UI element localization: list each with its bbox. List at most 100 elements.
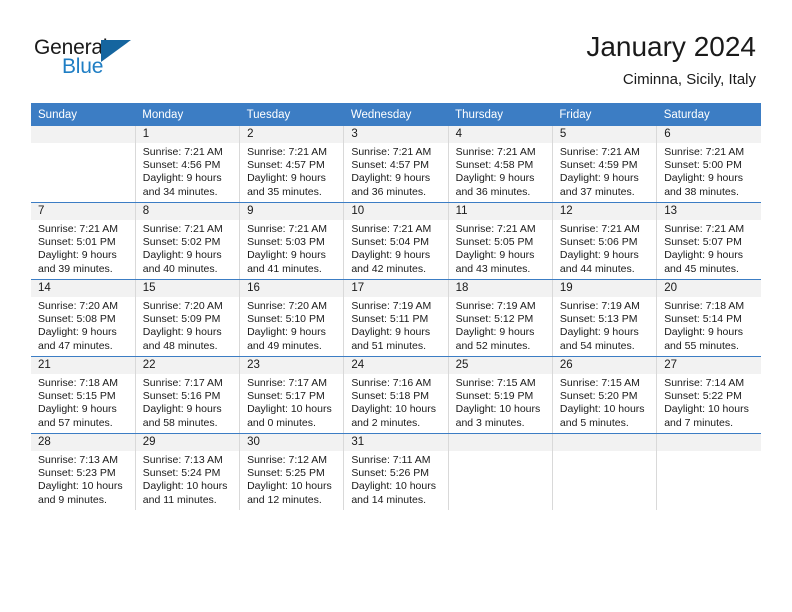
calendar-cell-day[interactable]: 19 Sunrise: 7:19 AM Sunset: 5:13 PM Dayligh…: [552, 279, 658, 357]
calendar-cell-day[interactable]: 17 Sunrise: 7:19 AM Sunset: 5:11 PM Dayligh…: [343, 279, 449, 357]
weekday-header-tuesday: Tuesday: [239, 103, 344, 126]
sunrise-text: Sunrise: 7:18 AM: [38, 377, 118, 389]
calendar-cell-day[interactable]: 22 Sunrise: 7:17 AM Sunset: 5:16 PM Dayligh…: [135, 356, 241, 434]
day-details: Sunrise: 7:21 AM Sunset: 5:06 PM Daylight:…: [553, 220, 656, 276]
day-number: 26: [552, 357, 657, 374]
calendar-cell-day[interactable]: 8 Sunrise: 7:21 AM Sunset: 5:02 PM Daylight…: [135, 202, 241, 280]
calendar-cell-day[interactable]: 26 Sunrise: 7:15 AM Sunset: 5:20 PM Dayligh…: [552, 356, 658, 434]
daylight-text-line2: and 2 minutes.: [351, 416, 421, 429]
day-number: 9: [240, 203, 344, 220]
day-number: 6: [657, 126, 761, 143]
weekday-header-row: Sunday Monday Tuesday Wednesday Thursday…: [31, 103, 761, 126]
sunset-text: Sunset: 4:58 PM: [455, 159, 534, 172]
daylight-text-line1: Daylight: 9 hours: [455, 249, 535, 262]
day-details: Sunrise: 7:21 AM Sunset: 5:00 PM Daylight:…: [657, 143, 761, 199]
calendar-cell-day[interactable]: 9 Sunrise: 7:21 AM Sunset: 5:03 PM Daylight…: [239, 202, 345, 280]
sunset-text: Sunset: 5:13 PM: [559, 313, 638, 326]
calendar-cell-day[interactable]: 28 Sunrise: 7:13 AM Sunset: 5:23 PM Dayligh…: [31, 433, 136, 510]
calendar-cell-inner: 23 Sunrise: 7:17 AM Sunset: 5:17 PM Dayligh…: [240, 357, 344, 433]
location-subtitle: Ciminna, Sicily, Italy: [622, 71, 756, 88]
day-number: 5: [552, 126, 657, 143]
daylight-text-line1: Daylight: 9 hours: [351, 326, 431, 339]
sunrise-text: Sunrise: 7:14 AM: [664, 377, 745, 389]
day-number: 12: [552, 203, 657, 220]
sunset-text: Sunset: 5:22 PM: [664, 390, 742, 403]
weekday-header-sunday: Sunday: [31, 103, 136, 126]
day-details: Sunrise: 7:21 AM Sunset: 5:02 PM Daylight:…: [136, 220, 239, 276]
calendar-cell-empty: [448, 433, 553, 510]
calendar-cell-day[interactable]: 18 Sunrise: 7:19 AM Sunset: 5:12 PM Dayligh…: [448, 279, 553, 357]
calendar-cell-day[interactable]: 2 Sunrise: 7:21 AM Sunset: 4:57 PM Daylight…: [239, 126, 345, 203]
daylight-text-line1: Daylight: 10 hours: [664, 403, 749, 416]
calendar-cell-day[interactable]: 5 Sunrise: 7:21 AM Sunset: 4:59 PM Daylight…: [552, 126, 658, 203]
calendar-cell-day[interactable]: 1 Sunrise: 7:21 AM Sunset: 4:56 PM Daylight…: [135, 126, 241, 203]
calendar-cell-inner: 4 Sunrise: 7:21 AM Sunset: 4:58 PM Daylight…: [448, 126, 552, 202]
day-details: Sunrise: 7:12 AM Sunset: 5:25 PM Daylight:…: [240, 451, 343, 507]
sunrise-text: Sunrise: 7:13 AM: [38, 454, 118, 466]
sunset-text: Sunset: 5:01 PM: [38, 236, 116, 249]
calendar-cell-day[interactable]: 10 Sunrise: 7:21 AM Sunset: 5:04 PM Dayligh…: [343, 202, 449, 280]
day-details: Sunrise: 7:11 AM Sunset: 5:26 PM Daylight:…: [344, 451, 447, 507]
calendar-cell-day[interactable]: 3 Sunrise: 7:21 AM Sunset: 4:57 PM Daylight…: [343, 126, 449, 203]
daylight-text-line1: Daylight: 10 hours: [351, 480, 436, 493]
calendar-cell-day[interactable]: 27 Sunrise: 7:14 AM Sunset: 5:22 PM Dayligh…: [656, 356, 761, 434]
daylight-text-line1: Daylight: 10 hours: [455, 403, 541, 416]
calendar-cell-day[interactable]: 13 Sunrise: 7:21 AM Sunset: 5:07 PM Dayligh…: [656, 202, 761, 280]
daylight-text-line1: Daylight: 9 hours: [455, 326, 535, 339]
daylight-text-line2: and 3 minutes.: [455, 416, 525, 429]
calendar-cell-inner: 2 Sunrise: 7:21 AM Sunset: 4:57 PM Daylight…: [240, 126, 344, 202]
calendar-cell-inner: 3 Sunrise: 7:21 AM Sunset: 4:57 PM Daylight…: [344, 126, 448, 202]
calendar-cell-day[interactable]: 25 Sunrise: 7:15 AM Sunset: 5:19 PM Dayligh…: [448, 356, 553, 434]
daylight-text-line2: and 7 minutes.: [664, 416, 734, 429]
sunrise-text: Sunrise: 7:13 AM: [142, 454, 223, 466]
calendar-cell-day[interactable]: 7 Sunrise: 7:21 AM Sunset: 5:01 PM Daylight…: [31, 202, 136, 280]
sunset-text: Sunset: 4:59 PM: [559, 159, 638, 172]
daylight-text-line2: and 55 minutes.: [664, 339, 739, 352]
triangle-flag-icon: [101, 40, 131, 62]
sunrise-text: Sunrise: 7:19 AM: [455, 300, 536, 312]
day-number: 16: [240, 280, 344, 297]
day-number: 15: [135, 280, 240, 297]
calendar-cell-day[interactable]: 15 Sunrise: 7:20 AM Sunset: 5:09 PM Dayligh…: [135, 279, 241, 357]
sunrise-text: Sunrise: 7:21 AM: [142, 146, 223, 158]
day-details: Sunrise: 7:20 AM Sunset: 5:08 PM Daylight:…: [31, 297, 135, 353]
calendar-cell-day[interactable]: 21 Sunrise: 7:18 AM Sunset: 5:15 PM Dayligh…: [31, 356, 136, 434]
calendar-cell-inner: 10 Sunrise: 7:21 AM Sunset: 5:04 PM Dayligh…: [344, 203, 448, 279]
calendar-cell-day[interactable]: 14 Sunrise: 7:20 AM Sunset: 5:08 PM Dayligh…: [31, 279, 136, 357]
day-details: Sunrise: 7:21 AM Sunset: 5:04 PM Daylight:…: [344, 220, 447, 276]
calendar-cell-day[interactable]: 23 Sunrise: 7:17 AM Sunset: 5:17 PM Dayligh…: [239, 356, 345, 434]
calendar-cell-inner: 11 Sunrise: 7:21 AM Sunset: 5:05 PM Dayligh…: [448, 203, 552, 279]
day-details: Sunrise: 7:21 AM Sunset: 5:07 PM Daylight:…: [657, 220, 761, 276]
day-details: Sunrise: 7:21 AM Sunset: 5:03 PM Daylight:…: [240, 220, 343, 276]
calendar-cell-day[interactable]: 16 Sunrise: 7:20 AM Sunset: 5:10 PM Dayligh…: [239, 279, 345, 357]
calendar-cell-day[interactable]: 31 Sunrise: 7:11 AM Sunset: 5:26 PM Dayligh…: [343, 433, 449, 510]
brand-logo[interactable]: General Blue: [34, 36, 154, 86]
daylight-text-line1: Daylight: 9 hours: [142, 172, 222, 185]
daylight-text-line2: and 37 minutes.: [559, 185, 635, 198]
day-details: Sunrise: 7:17 AM Sunset: 5:16 PM Daylight:…: [136, 374, 239, 430]
calendar-cell-day[interactable]: 29 Sunrise: 7:13 AM Sunset: 5:24 PM Dayligh…: [135, 433, 241, 510]
sunset-text: Sunset: 5:18 PM: [351, 390, 429, 403]
daylight-text-line2: and 41 minutes.: [247, 262, 322, 275]
daylight-text-line1: Daylight: 10 hours: [38, 480, 123, 493]
calendar-cell-day[interactable]: 6 Sunrise: 7:21 AM Sunset: 5:00 PM Daylight…: [656, 126, 761, 203]
sunrise-text: Sunrise: 7:21 AM: [455, 146, 536, 158]
calendar-cell-day[interactable]: 4 Sunrise: 7:21 AM Sunset: 4:58 PM Daylight…: [448, 126, 553, 203]
sunrise-text: Sunrise: 7:19 AM: [559, 300, 640, 312]
daylight-text-line1: Daylight: 9 hours: [142, 249, 222, 262]
calendar-cell-day[interactable]: 24 Sunrise: 7:16 AM Sunset: 5:18 PM Dayligh…: [343, 356, 449, 434]
daylight-text-line1: Daylight: 9 hours: [664, 326, 743, 339]
calendar-cell-day[interactable]: 30 Sunrise: 7:12 AM Sunset: 5:25 PM Dayligh…: [239, 433, 345, 510]
sunset-text: Sunset: 5:07 PM: [664, 236, 742, 249]
calendar-cell-inner: 18 Sunrise: 7:19 AM Sunset: 5:12 PM Dayligh…: [448, 280, 552, 356]
calendar-cell-day[interactable]: 12 Sunrise: 7:21 AM Sunset: 5:06 PM Dayligh…: [552, 202, 658, 280]
daylight-text-line2: and 43 minutes.: [455, 262, 531, 275]
weekday-header-thursday: Thursday: [448, 103, 553, 126]
day-number: 13: [657, 203, 761, 220]
sunrise-text: Sunrise: 7:21 AM: [38, 223, 118, 235]
weekday-header-friday: Friday: [552, 103, 657, 126]
calendar-cell-day[interactable]: 20 Sunrise: 7:18 AM Sunset: 5:14 PM Dayligh…: [656, 279, 761, 357]
calendar-cell-day[interactable]: 11 Sunrise: 7:21 AM Sunset: 5:05 PM Dayligh…: [448, 202, 553, 280]
sunrise-text: Sunrise: 7:19 AM: [351, 300, 432, 312]
day-number: 11: [448, 203, 552, 220]
